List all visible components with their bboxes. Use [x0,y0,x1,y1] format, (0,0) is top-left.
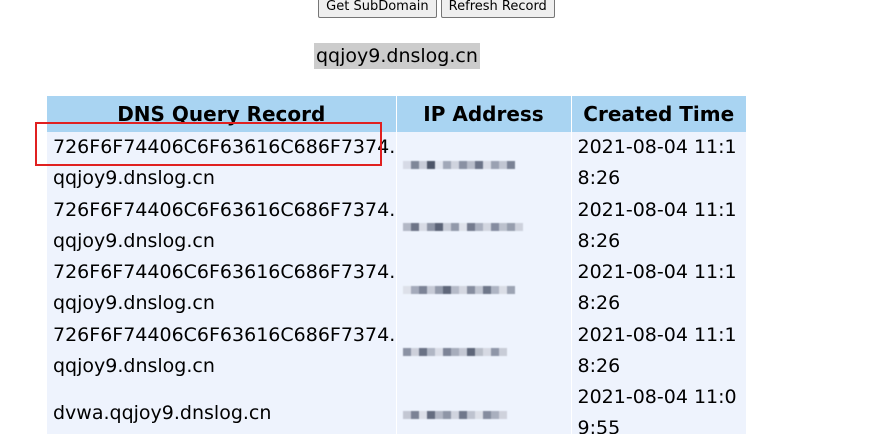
dns-record-cell: 726F6F74406C6F63616C686F7374.qqjoy9.dnsl… [47,257,397,320]
created-time-cell: 2021-08-04 11:18:26 [577,323,737,377]
ip-address-cell-redacted [396,132,572,195]
dns-record-cell: 726F6F74406C6F63616C686F7374.qqjoy9.dnsl… [47,132,397,195]
table-row: 726F6F74406C6F63616C686F7374.qqjoy9.dnsl… [47,319,746,382]
dns-records-table: DNS Query Record IP Address Created Time… [47,96,746,434]
table-row: 726F6F74406C6F63616C686F7374.qqjoy9.dnsl… [47,194,746,257]
redacted-ip-pixelation [402,344,507,360]
created-time-cell: 2021-08-04 11:18:26 [577,261,737,315]
table-header-row: DNS Query Record IP Address Created Time [47,96,746,132]
header-dns-query-record: DNS Query Record [47,96,397,132]
created-time-cell: 2021-08-04 11:18:26 [577,198,737,252]
dns-record-cell: dvwa.qqjoy9.dnslog.cn [47,382,397,434]
redacted-ip-pixelation [402,282,515,298]
refresh-record-button[interactable]: Refresh Record [440,0,555,18]
redacted-ip-pixelation [402,407,507,423]
ip-address-cell-redacted [396,382,572,434]
redacted-ip-pixelation [402,219,523,235]
table-row: dvwa.qqjoy9.dnslog.cn 2021-08-04 11:09:5… [47,382,746,434]
ip-address-cell-redacted [396,257,572,320]
header-created-time: Created Time [571,96,746,132]
created-time-cell: 2021-08-04 11:09:55 [577,386,737,434]
toolbar: Get SubDomain Refresh Record [0,0,873,18]
redacted-ip-pixelation [402,157,515,173]
table-row: 726F6F74406C6F63616C686F7374.qqjoy9.dnsl… [47,257,746,320]
current-subdomain: qqjoy9.dnslog.cn [314,43,480,69]
dns-record-cell: 726F6F74406C6F63616C686F7374.qqjoy9.dnsl… [47,319,397,382]
ip-address-cell-redacted [396,194,572,257]
created-time-cell: 2021-08-04 11:18:26 [577,136,737,190]
dns-record-cell: 726F6F74406C6F63616C686F7374.qqjoy9.dnsl… [47,194,397,257]
get-subdomain-button[interactable]: Get SubDomain [318,0,437,18]
header-ip-address: IP Address [396,96,572,132]
ip-address-cell-redacted [396,319,572,382]
table-row: 726F6F74406C6F63616C686F7374.qqjoy9.dnsl… [47,132,746,195]
